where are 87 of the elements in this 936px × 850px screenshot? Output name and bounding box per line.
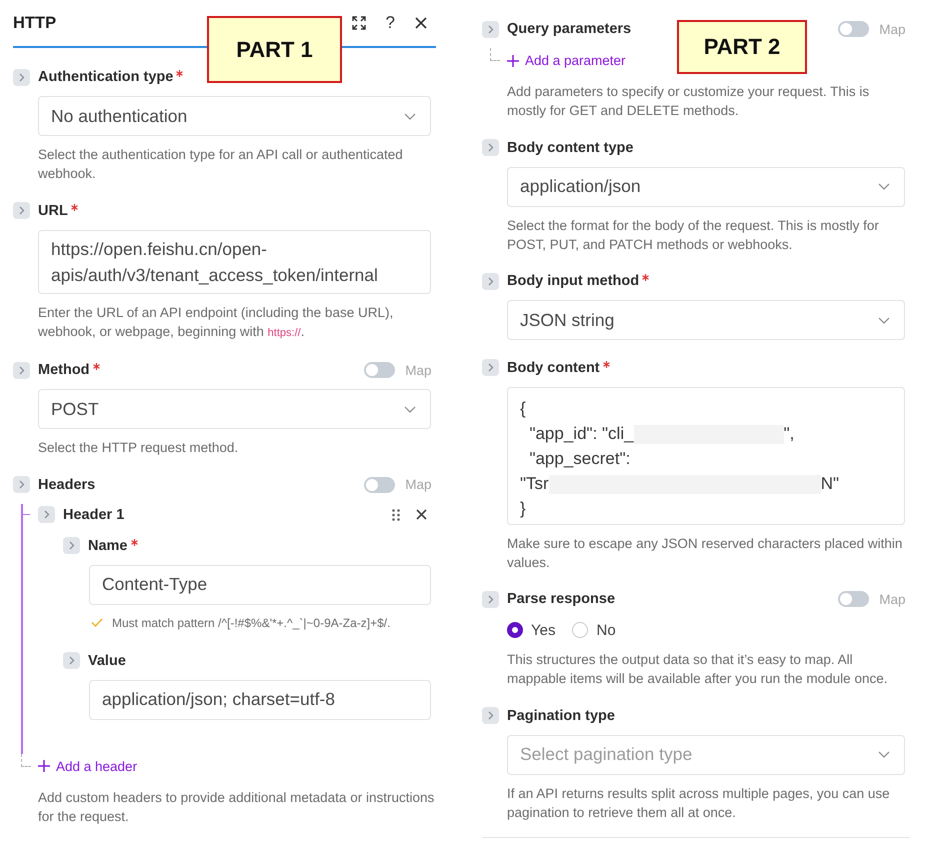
dropdown[interactable]: No authentication — [38, 96, 431, 136]
chevron-button[interactable] — [482, 139, 499, 156]
map-label: Map — [879, 22, 906, 36]
chevron-down-icon — [404, 112, 416, 120]
chevron-right-icon — [18, 206, 24, 215]
map-toggle[interactable] — [838, 591, 870, 607]
chevron-right-icon — [488, 711, 494, 720]
map-toggle[interactable] — [364, 362, 396, 378]
chevron-right-icon — [18, 480, 24, 489]
field-label: Body content type — [507, 140, 634, 156]
plus-icon — [38, 760, 50, 772]
remove-icon[interactable] — [416, 509, 427, 520]
text-field[interactable]: Content-Type — [89, 564, 431, 604]
help-text: Add custom headers to provide additional metadata or instructions for the request. — [38, 788, 436, 826]
chevron-button[interactable] — [13, 476, 30, 493]
checkmark-icon — [91, 618, 103, 627]
code-editor-field[interactable]: { "app_id": "cli_ ", "app_secret": "Tsr N" } — [507, 386, 905, 524]
field-label: Headers — [38, 476, 96, 492]
chevron-right-icon — [68, 656, 74, 665]
field-label: Body content — [507, 360, 600, 376]
fullscreen-icon[interactable] — [352, 16, 366, 30]
help-text: If an API returns results split across multiple pages, you can use pagination to retrieve them all at once. — [507, 784, 891, 822]
chevron-button[interactable] — [13, 362, 30, 378]
radio-button[interactable] — [507, 622, 523, 638]
dropdown[interactable]: application/json — [507, 166, 905, 206]
chevron-right-icon — [68, 541, 74, 550]
radio-label[interactable]: No — [596, 622, 616, 638]
chevron-right-icon — [488, 594, 494, 604]
tree-connector — [490, 48, 500, 61]
add-link[interactable]: Add a parameter — [507, 52, 626, 70]
map-toggle[interactable] — [838, 21, 870, 37]
field-label: Value — [88, 652, 126, 668]
map-toggle[interactable] — [364, 476, 396, 492]
map-label: Map — [405, 477, 432, 492]
field-label: Pagination type — [507, 708, 615, 724]
chevron-right-icon — [488, 363, 494, 372]
chevron-right-icon — [18, 366, 24, 374]
map-label: Map — [879, 592, 906, 606]
field-label: Parse response — [507, 591, 616, 607]
field-label: URL — [38, 202, 68, 218]
chevron-button[interactable] — [38, 506, 55, 523]
dropdown[interactable]: POST — [38, 389, 431, 429]
plus-icon — [507, 54, 519, 66]
chevron-button[interactable] — [63, 652, 80, 669]
chevron-down-icon — [878, 751, 890, 758]
chevron-button[interactable] — [482, 359, 499, 376]
url-text-area[interactable]: https://open.feishu.cn/open-apis/auth/v3/tenant_access_token/internal — [38, 230, 431, 294]
chevron-button[interactable] — [482, 20, 499, 38]
chevron-down-icon — [878, 183, 890, 190]
chevron-right-icon — [488, 24, 494, 34]
text-field[interactable]: application/json; charset=utf-8 — [89, 680, 431, 720]
chevron-button[interactable] — [13, 68, 30, 86]
add-link[interactable]: Add a header — [38, 757, 138, 775]
validation-hint: Must match pattern /^[-!#$%&'*+.^_`|~0-9A-Za-z]+$/. — [112, 616, 390, 630]
item-title: Header 1 — [63, 506, 124, 522]
help-text: Select the HTTP request method. — [38, 439, 240, 457]
help-text: Select the format for the body of the request. This is mostly for POST, PUT, and PATCH methods or webhooks. — [507, 216, 880, 254]
field-label: Name — [88, 538, 128, 554]
chevron-right-icon — [44, 510, 50, 519]
help-text: Make sure to escape any JSON reserved characters placed within values. — [507, 534, 904, 572]
chevron-right-icon — [488, 143, 494, 152]
field-label: Body input method — [507, 273, 640, 289]
callout-label: PART 2 — [677, 20, 807, 74]
radio-label[interactable]: Yes — [531, 622, 556, 638]
chevron-right-icon — [488, 276, 494, 286]
map-label: Map — [405, 362, 432, 378]
chevron-button[interactable] — [482, 590, 499, 608]
help-text: Enter the URL of an API endpoint (including the base URL), webhook, or webpage, beginning with https://. — [38, 304, 394, 341]
chevron-down-icon — [878, 316, 890, 324]
field-label: Authentication type — [38, 69, 174, 85]
chevron-button[interactable] — [13, 202, 30, 219]
callout-label: PART 1 — [207, 16, 342, 83]
field-label: Method — [38, 362, 90, 378]
panel-title: HTTP — [13, 14, 56, 32]
chevron-down-icon — [404, 406, 416, 412]
chevron-button[interactable] — [482, 272, 499, 290]
chevron-right-icon — [18, 72, 24, 82]
help-text: Add parameters to specify or customize your request. This is mostly for GET and DELETE methods. — [507, 83, 870, 120]
help-text: This structures the output data so that it’s easy to map. All mappable items will be available after you run the module once. — [507, 651, 888, 688]
drag-handle-icon[interactable] — [392, 508, 400, 520]
dropdown[interactable]: JSON string — [507, 300, 905, 340]
close-icon[interactable] — [415, 17, 427, 29]
help-button[interactable]: ? — [386, 14, 395, 32]
chevron-button[interactable] — [482, 707, 499, 724]
field-label: Query parameters — [507, 21, 632, 37]
chevron-button[interactable] — [63, 537, 80, 554]
help-text: Select the authentication type for an API call or authenticated webhook. — [38, 146, 404, 183]
